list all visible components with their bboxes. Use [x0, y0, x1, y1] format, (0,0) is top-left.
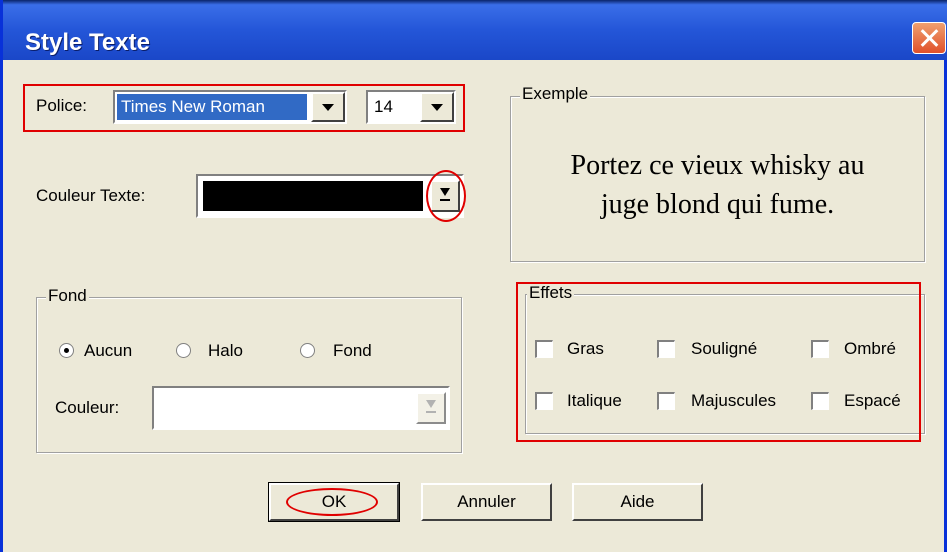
close-icon[interactable] — [912, 22, 946, 54]
annuler-button-label: Annuler — [457, 492, 516, 511]
radio-fond[interactable] — [300, 343, 315, 358]
ok-button-annotation — [286, 488, 378, 516]
fond-couleur-label: Couleur: — [55, 398, 120, 417]
radio-halo-label: Halo — [208, 341, 243, 360]
text-color-select[interactable] — [196, 174, 464, 218]
radio-aucun[interactable] — [59, 343, 74, 358]
title-bar[interactable]: Style Texte — [3, 0, 947, 60]
police-annotation-box — [23, 84, 465, 132]
couleur-texte-label: Couleur Texte: — [36, 186, 146, 205]
color-button-annotation — [426, 170, 466, 222]
exemple-title: Exemple — [520, 84, 591, 104]
radio-halo[interactable] — [176, 343, 191, 358]
window-title: Style Texte — [25, 29, 150, 56]
radio-aucun-label: Aucun — [84, 341, 133, 360]
text-color-swatch — [203, 181, 423, 211]
annuler-button[interactable]: Annuler — [421, 483, 552, 521]
effets-annotation-box — [516, 282, 921, 442]
style-texte-dialog: Style Texte Police: Times New Roman 14 C… — [0, 0, 947, 552]
aide-button[interactable]: Aide — [572, 483, 703, 521]
sample-text: Portez ce vieux whisky au juge blond qui… — [512, 146, 923, 224]
radio-fond-label: Fond — [333, 341, 372, 360]
aide-button-label: Aide — [620, 492, 655, 511]
fond-title: Fond — [46, 286, 89, 306]
sample-line-1: Portez ce vieux whisky au — [570, 150, 865, 181]
sample-line-2: juge blond qui fume. — [600, 189, 835, 220]
fond-color-select[interactable] — [152, 386, 450, 430]
download-arrow-icon[interactable] — [416, 392, 446, 424]
